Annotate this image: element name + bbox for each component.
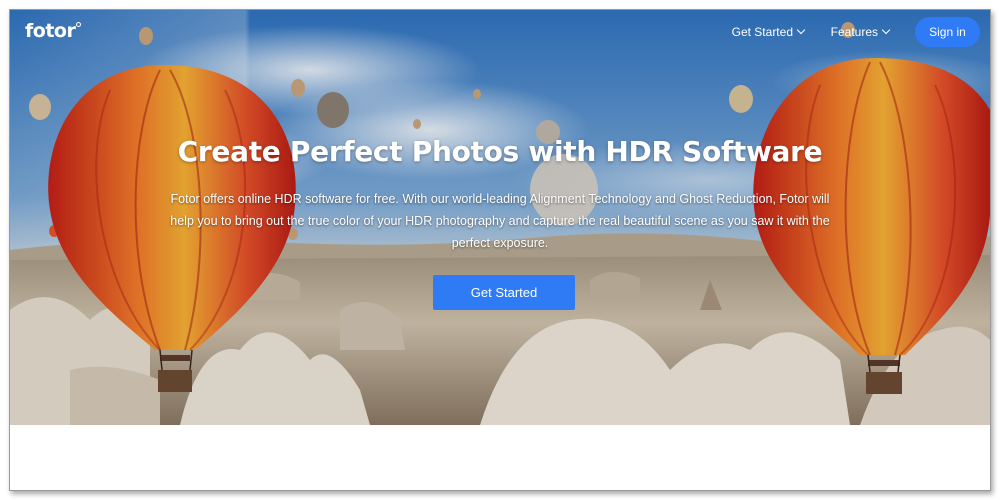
nav-get-started-label: Get Started	[731, 25, 793, 39]
browser-frame: fotor Get Started Features Sign in Creat…	[9, 9, 991, 491]
chevron-down-icon	[881, 25, 891, 35]
get-started-button[interactable]: Get Started	[433, 275, 575, 310]
nav-features[interactable]: Features	[830, 25, 891, 39]
nav-features-label: Features	[830, 25, 878, 39]
hero-section: fotor Get Started Features Sign in Creat…	[10, 10, 990, 425]
sign-in-button[interactable]: Sign in	[915, 17, 980, 47]
hero-description: Fotor offers online HDR software for fre…	[170, 192, 830, 250]
chevron-down-icon	[796, 25, 806, 35]
hero-title: Create Perfect Photos with HDR Software	[177, 135, 823, 168]
nav-get-started[interactable]: Get Started	[731, 25, 806, 39]
logo-text: fotor	[25, 20, 76, 42]
top-navigation: fotor Get Started Features Sign in	[10, 10, 990, 58]
logo-dot-icon	[76, 22, 82, 27]
fotor-logo[interactable]: fotor	[25, 20, 82, 42]
